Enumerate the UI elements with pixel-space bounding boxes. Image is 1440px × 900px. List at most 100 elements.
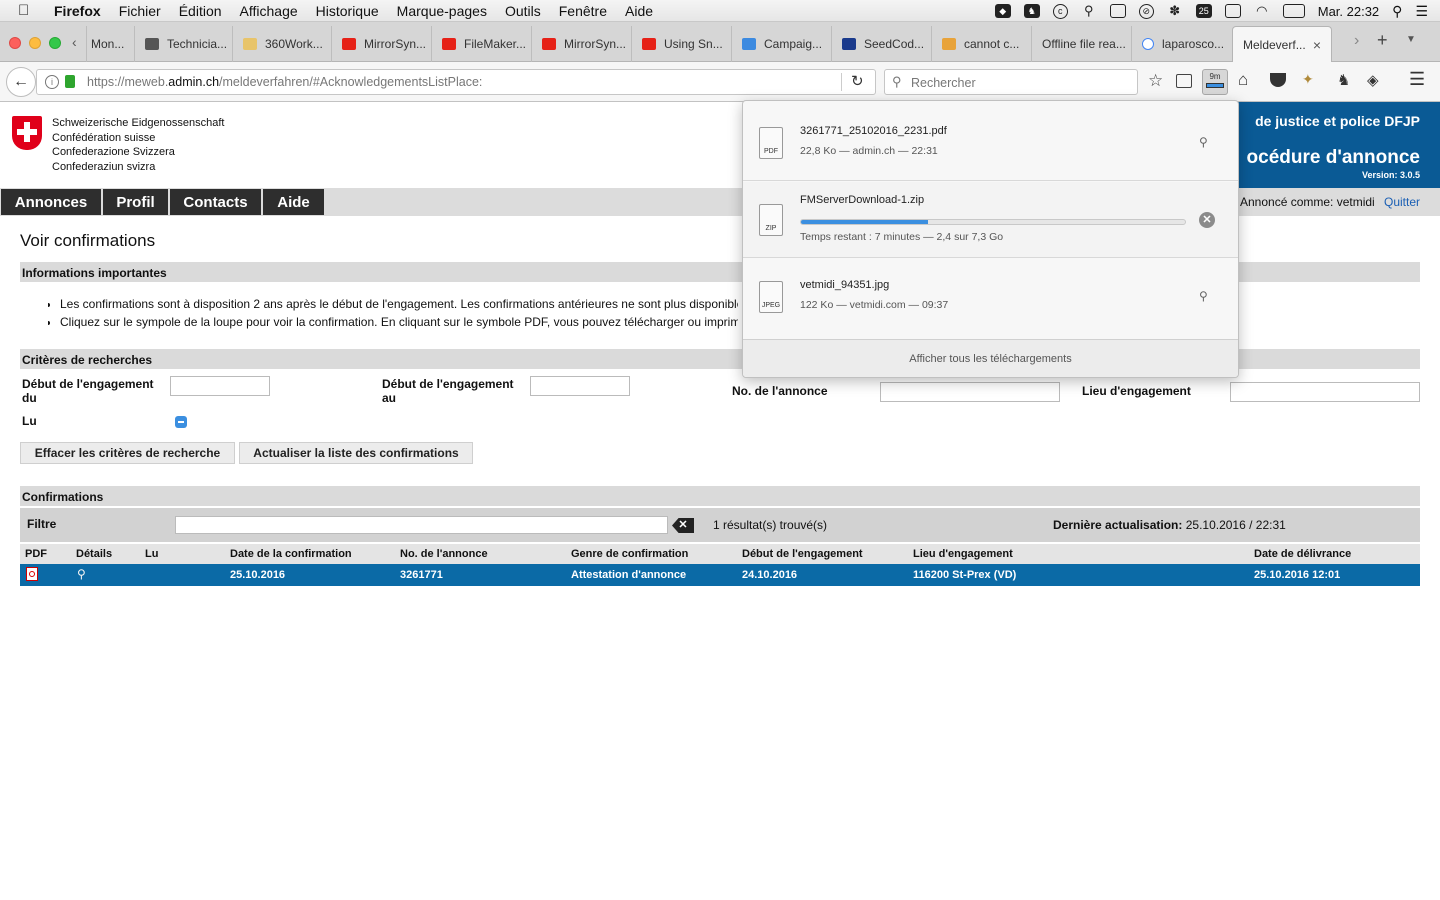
label-read: Lu bbox=[22, 414, 37, 428]
nav-aide[interactable]: Aide bbox=[263, 189, 324, 215]
announce-no-input[interactable] bbox=[880, 382, 1060, 402]
col-confirmation-type[interactable]: Genre de confirmation bbox=[571, 548, 688, 560]
col-announce-no[interactable]: No. de l'annonce bbox=[400, 548, 488, 560]
minimize-window-button[interactable] bbox=[29, 37, 41, 49]
url-bar[interactable]: i https://meweb.admin.ch/meldeverfahren/… bbox=[36, 69, 876, 95]
apple-icon[interactable]:  bbox=[18, 2, 38, 19]
bookmarks-menu-icon[interactable] bbox=[1176, 74, 1192, 88]
menu-app-firefox[interactable]: Firefox bbox=[54, 3, 101, 19]
url-text[interactable]: https://meweb.admin.ch/meldeverfahren/#A… bbox=[87, 75, 482, 89]
nav-annonces[interactable]: Annonces bbox=[1, 189, 101, 215]
macos-menu-bar:  Firefox Fichier Édition Affichage Hist… bbox=[0, 0, 1440, 22]
search-field[interactable]: ⚲ Rechercher bbox=[884, 69, 1138, 95]
start-from-input[interactable] bbox=[170, 376, 270, 396]
cell-issue-date: 25.10.2016 12:01 bbox=[1254, 569, 1341, 581]
col-place[interactable]: Lieu d'engagement bbox=[913, 548, 1013, 560]
download-item-active[interactable]: ZIP FMServerDownload-1.zip Temps restant… bbox=[743, 182, 1238, 258]
download-item[interactable]: JPEG vetmidi_94351.jpg 122 Ko — vetmidi.… bbox=[743, 259, 1238, 339]
layers-icon[interactable]: ◈ bbox=[1367, 71, 1379, 89]
paw-icon[interactable]: ✽ bbox=[1167, 4, 1183, 18]
zoom-window-button[interactable] bbox=[49, 37, 61, 49]
nav-profil[interactable]: Profil bbox=[103, 189, 168, 215]
filter-input[interactable] bbox=[175, 516, 668, 534]
tab[interactable]: Campaig... bbox=[731, 26, 831, 62]
battery-icon[interactable] bbox=[1282, 4, 1305, 18]
tab[interactable]: MirrorSyn... bbox=[531, 26, 631, 62]
lock-icon[interactable] bbox=[65, 75, 75, 88]
tab[interactable]: Offline file rea... bbox=[1031, 26, 1131, 62]
tab[interactable]: MirrorSyn... bbox=[331, 26, 431, 62]
evernote-clipper-icon[interactable]: ♞ bbox=[1337, 71, 1350, 89]
clock[interactable]: Mar. 22:32 bbox=[1318, 4, 1379, 19]
bookmark-star-icon[interactable]: ☆ bbox=[1148, 71, 1163, 91]
sync-icon[interactable]: ⊘ bbox=[1138, 3, 1154, 19]
new-tab-icon[interactable]: + bbox=[1377, 30, 1388, 51]
notification-center-icon[interactable]: ☰ bbox=[1415, 3, 1428, 20]
tab[interactable]: 360Work... bbox=[232, 26, 331, 62]
col-read[interactable]: Lu bbox=[145, 548, 158, 560]
reload-icon[interactable]: ↻ bbox=[851, 72, 864, 90]
menu-aide[interactable]: Aide bbox=[625, 3, 653, 19]
confirmations-section-header: Confirmations bbox=[20, 486, 1420, 506]
screenshot-icon[interactable]: ✦ bbox=[1302, 71, 1314, 88]
clear-criteria-button[interactable]: Effacer les critères de recherche bbox=[20, 442, 235, 464]
tab[interactable]: Mon... bbox=[86, 26, 134, 62]
nav-contacts[interactable]: Contacts bbox=[170, 189, 261, 215]
search-placeholder: Rechercher bbox=[911, 76, 976, 90]
col-pdf[interactable]: PDF bbox=[25, 548, 47, 560]
start-to-input[interactable] bbox=[530, 376, 630, 396]
menu-hamburger-icon[interactable]: ☰ bbox=[1409, 69, 1425, 90]
tab[interactable]: Using Sn... bbox=[631, 26, 731, 62]
dropbox-icon[interactable]: ◆ bbox=[994, 4, 1011, 18]
col-details[interactable]: Détails bbox=[76, 548, 112, 560]
tab[interactable]: cannot c... bbox=[931, 26, 1031, 62]
col-issue-date[interactable]: Date de délivrance bbox=[1254, 548, 1351, 560]
airplay-icon[interactable] bbox=[1224, 4, 1241, 18]
tab-active[interactable]: Meldeverf... × bbox=[1232, 26, 1332, 62]
info-icon[interactable]: i bbox=[45, 75, 59, 89]
back-button[interactable]: ← bbox=[6, 67, 36, 97]
col-confirmation-date[interactable]: Date de la confirmation bbox=[230, 548, 352, 560]
menu-historique[interactable]: Historique bbox=[316, 3, 379, 19]
menu-edition[interactable]: Édition bbox=[179, 3, 222, 19]
tab-list-icon[interactable]: ▼ bbox=[1406, 34, 1416, 45]
tab[interactable]: SeedCod... bbox=[831, 26, 931, 62]
clear-filter-icon[interactable]: ✕ bbox=[672, 518, 694, 533]
pocket-icon[interactable] bbox=[1270, 73, 1286, 87]
show-all-downloads-button[interactable]: Afficher tous les téléchargements bbox=[743, 339, 1238, 377]
brush-icon[interactable]: ⚲ bbox=[1081, 4, 1097, 18]
menu-outils[interactable]: Outils bbox=[505, 3, 541, 19]
tab-bar: ‹ Mon... Technicia... 360Work... MirrorS… bbox=[0, 22, 1440, 62]
spotlight-icon[interactable]: ⚲ bbox=[1392, 3, 1402, 20]
home-icon[interactable]: ⌂ bbox=[1238, 70, 1248, 90]
refresh-confirmations-button[interactable]: Actualiser la liste des confirmations bbox=[239, 442, 473, 464]
screen-icon[interactable] bbox=[1109, 4, 1126, 18]
read-checkbox[interactable] bbox=[175, 416, 187, 428]
place-input[interactable] bbox=[1230, 382, 1420, 402]
menu-affichage[interactable]: Affichage bbox=[240, 3, 298, 19]
show-in-folder-icon[interactable]: ⚲ bbox=[1199, 289, 1208, 303]
tabs-scroll-right-icon[interactable]: › bbox=[1354, 32, 1359, 50]
close-window-button[interactable] bbox=[9, 37, 21, 49]
magnifier-icon[interactable]: ⚲ bbox=[77, 567, 86, 581]
logout-link[interactable]: Quitter bbox=[1384, 195, 1420, 209]
show-in-folder-icon[interactable]: ⚲ bbox=[1199, 135, 1208, 149]
evernote-icon[interactable]: ♞ bbox=[1023, 4, 1040, 18]
youtube-icon bbox=[442, 38, 456, 50]
wifi-icon[interactable]: ◠ bbox=[1254, 4, 1270, 18]
downloads-button[interactable]: 9m bbox=[1202, 69, 1228, 95]
menu-marque-pages[interactable]: Marque-pages bbox=[397, 3, 487, 19]
tab[interactable]: FileMaker... bbox=[431, 26, 531, 62]
tabs-scroll-left-icon[interactable]: ‹ bbox=[72, 34, 77, 50]
tab[interactable]: Technicia... bbox=[134, 26, 232, 62]
close-tab-icon[interactable]: × bbox=[1313, 37, 1321, 53]
copy-icon[interactable]: c bbox=[1052, 3, 1068, 19]
menu-fichier[interactable]: Fichier bbox=[119, 3, 161, 19]
tab[interactable]: laparosco... bbox=[1131, 26, 1231, 62]
menu-fenetre[interactable]: Fenêtre bbox=[559, 3, 607, 19]
download-item[interactable]: PDF 3261771_25102016_2231.pdf 22,8 Ko — … bbox=[743, 101, 1238, 181]
col-start-date[interactable]: Début de l'engagement bbox=[742, 548, 863, 560]
calendar-icon[interactable]: 25 bbox=[1195, 4, 1212, 18]
cancel-download-icon[interactable]: ✕ bbox=[1199, 212, 1215, 228]
pdf-icon[interactable] bbox=[26, 567, 38, 581]
